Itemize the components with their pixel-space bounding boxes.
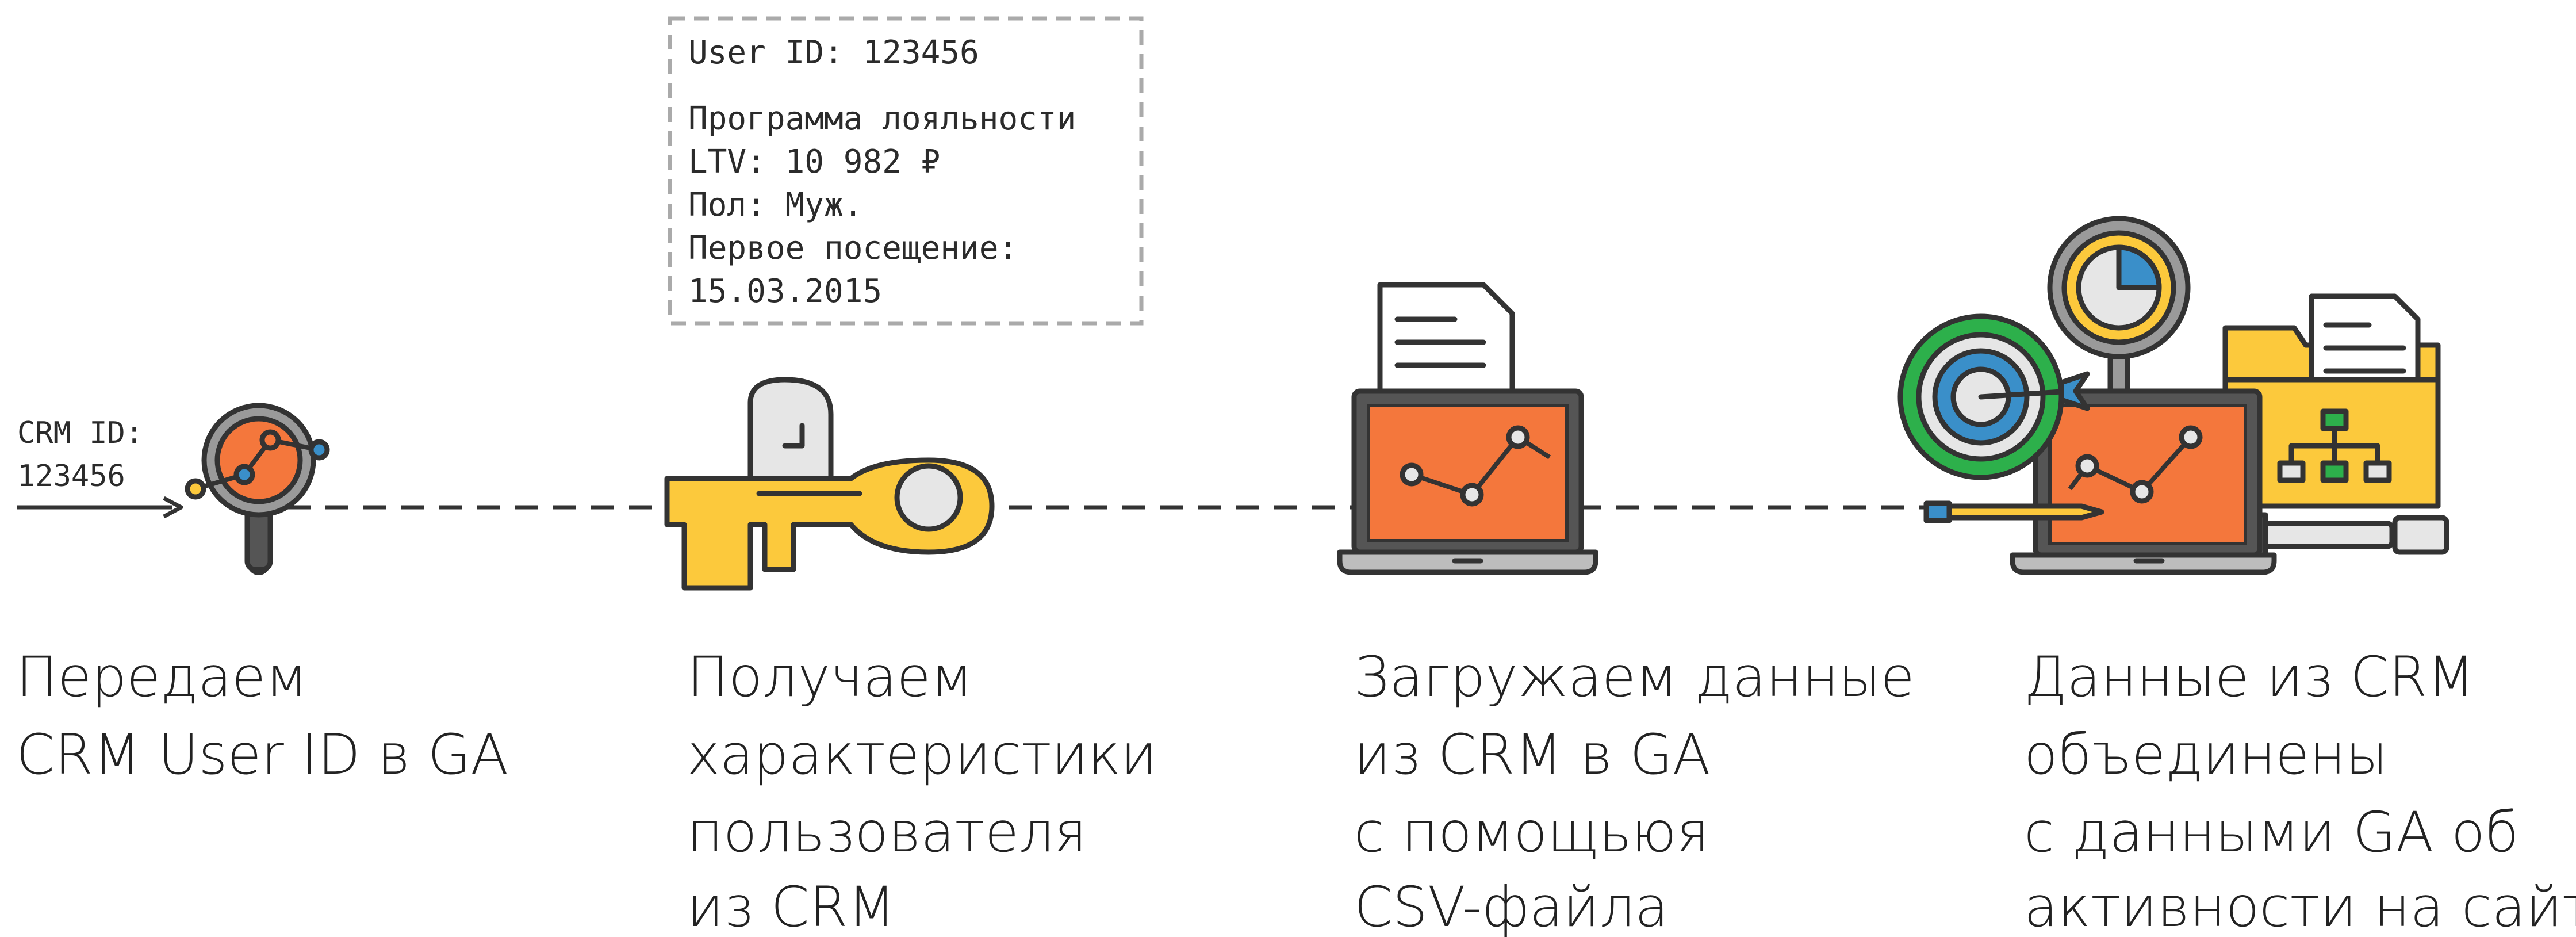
key-icon <box>664 377 995 591</box>
step-2-caption: Получаем характеристики пользователя из … <box>687 645 1175 937</box>
step-4-caption: Данные из CRM объединены с данными GA об… <box>2024 645 2576 937</box>
crm-id-label: CRM ID: 123456 <box>17 416 161 494</box>
magnifier-chart-icon <box>185 403 330 575</box>
crm-ga-flow-diagram: CRM ID: 123456 User ID: 123456 Программа… <box>16 16 2576 937</box>
step-1-caption: Передаем CRM User ID в GA <box>16 645 508 787</box>
step-3-caption: Загружаем данные из CRM в GA с помощьюя … <box>1354 645 1932 937</box>
laptop-document-icon <box>1337 282 1598 575</box>
profile-user-id: User ID: 123456 <box>688 34 979 71</box>
laptop-target-gauge-folder-icon <box>1897 216 2450 575</box>
profile-card: User ID: 123456 Программа лояльности LTV… <box>668 16 1144 326</box>
